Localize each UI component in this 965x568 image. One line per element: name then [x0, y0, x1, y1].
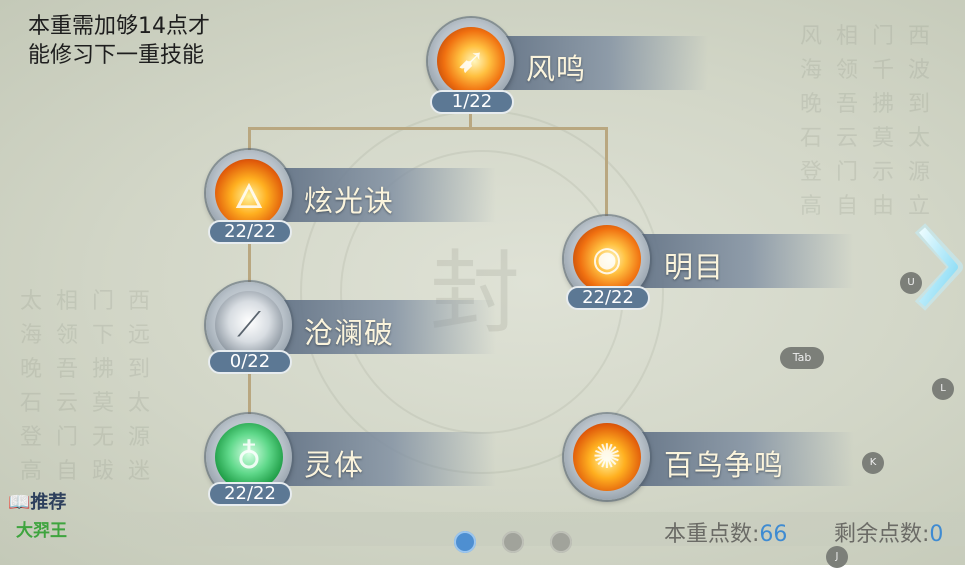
background-calligraphy-left: 太相门西 海领下远 晚吾拂到 石云莫太 登门无源 高自跋迷: [20, 289, 165, 484]
book-icon: 📖: [8, 492, 31, 513]
recommend-label: 推荐: [30, 492, 67, 513]
page-dot-2[interactable]: [502, 531, 524, 553]
hotkey-k-badge: K: [862, 452, 884, 474]
skill-level: 1/22: [430, 90, 514, 114]
skill-banner: [488, 36, 708, 90]
hotkey-l-badge: L: [932, 378, 954, 400]
skill-name: 炫光诀: [304, 184, 395, 218]
remaining-points-value: 0: [929, 522, 944, 547]
tree-connector: [248, 238, 251, 282]
skill-orb[interactable]: ✺: [564, 414, 650, 500]
skill-banner: [266, 432, 496, 486]
footer-bar: [0, 512, 965, 546]
next-page-arrow-icon[interactable]: [912, 222, 964, 312]
recommend-name[interactable]: 大羿王: [16, 516, 67, 541]
skill-level: 22/22: [208, 482, 292, 506]
skill-banner: [624, 234, 854, 288]
hotkey-tab-badge: Tab: [780, 347, 824, 369]
tree-connector: [248, 127, 251, 152]
skill-tree-panel: 封 风相门西 海领千波 晚吾拂到 石云莫太 登门示源 高自由立 太相门西 海领下…: [0, 0, 965, 568]
skill-name: 灵体: [304, 448, 365, 482]
ice-blades-icon: ⟋: [215, 291, 283, 359]
page-dot-3[interactable]: [550, 531, 572, 553]
phoenix-icon: 🜂: [215, 159, 283, 227]
tree-connector: [248, 127, 608, 130]
remaining-points-label: 剩余点数:: [834, 522, 930, 547]
skill-level: 22/22: [208, 220, 292, 244]
requirement-line-2: 能修习下一重技能: [28, 43, 205, 68]
recommend-button[interactable]: 📖推荐: [8, 488, 66, 514]
skill-level: 22/22: [566, 286, 650, 310]
current-points-value: 66: [759, 522, 788, 547]
hundred-birds-icon: ✺: [573, 423, 641, 491]
feather-arrow-icon: ➹: [437, 27, 505, 95]
skill-name: 明目: [664, 250, 725, 284]
skill-name: 百鸟争鸣: [664, 448, 785, 482]
page-dot-1[interactable]: [454, 531, 476, 553]
hotkey-u-badge: U: [900, 272, 922, 294]
skill-name: 风鸣: [526, 52, 587, 86]
current-points-label: 本重点数:: [664, 522, 760, 547]
tree-connector: [605, 127, 608, 217]
requirement-line-1: 本重需加够14点才: [28, 14, 210, 39]
background-calligraphy-right: 风相门西 海领千波 晚吾拂到 石云莫太 登门示源 高自由立: [800, 24, 945, 219]
skill-name: 沧澜破: [304, 316, 395, 350]
flaming-eye-icon: ◉: [573, 225, 641, 293]
tree-connector: [248, 372, 251, 416]
spirit-body-icon: ♁: [215, 423, 283, 491]
requirement-text: 本重需加够14点才 能修习下一重技能: [28, 12, 258, 70]
current-points: 本重点数:66: [664, 516, 787, 548]
skill-level: 0/22: [208, 350, 292, 374]
remaining-points: 剩余点数:0: [834, 516, 943, 548]
